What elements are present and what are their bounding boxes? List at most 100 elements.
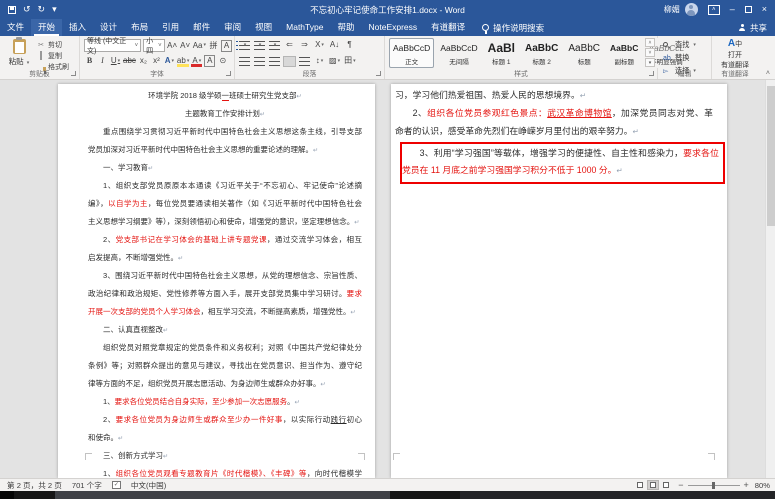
distribute-icon[interactable] [299, 57, 310, 66]
cut-button[interactable]: ✂剪切 [37, 40, 69, 49]
document-line[interactable]: 2、要求各位党员为身边师生或群众至少办一件好事，以实际行动践行初心 [88, 411, 362, 429]
tab-view[interactable]: 视图 [248, 19, 279, 36]
line-spacing-icon[interactable]: ↕▾ [314, 55, 325, 67]
document-line[interactable]: 组织党员对照党章规定的党员条件和义务权利；对照《中国共产党纪律处分 [88, 339, 362, 357]
shrink-font-icon[interactable]: A˅ [180, 40, 191, 52]
phonetic-guide-icon[interactable]: 拼 [208, 40, 219, 52]
style-card-title[interactable]: AaBbC标题 [564, 38, 604, 68]
read-mode-view-button[interactable] [634, 480, 646, 490]
scrollbar-thumb[interactable] [767, 86, 775, 226]
multilevel-list-icon[interactable]: ▾ [269, 41, 280, 50]
tab-design[interactable]: 设计 [93, 19, 124, 36]
document-line[interactable]: 主义思想学习纲要》等），深刻领悟初心和使命，增强党的意识，坚定理想信念。↵ [88, 213, 362, 231]
bold-icon[interactable]: B [84, 55, 95, 67]
document-line[interactable]: 条例》等；对照群众提出的意见与建议，寻找出在党员意识、担当作为、遵守纪 [88, 357, 362, 375]
align-right-icon[interactable] [269, 57, 280, 66]
account-chip[interactable]: 柳媚 [664, 3, 698, 16]
show-marks-icon[interactable]: ¶ [344, 39, 355, 51]
tell-me-search[interactable]: 操作说明搜索 [482, 19, 544, 36]
document-line[interactable]: 党员在 11 月底之前学习强国学习积分不低于 1000 分。↵ [402, 162, 719, 179]
page-indicator[interactable]: 第 2 页，共 2 页 [7, 480, 62, 491]
font-color-icon[interactable]: A▾ [191, 55, 202, 67]
document-line[interactable]: 一、学习教育↵ [88, 159, 362, 177]
zoom-in-button[interactable]: + [744, 481, 749, 490]
spellcheck-icon[interactable]: ✓ [112, 481, 121, 489]
tab-mathtype[interactable]: MathType [279, 19, 330, 36]
document-line[interactable]: 3、利用“学习强国”等载体，增强学习的便捷性、自主性和感染力，要求各位 [402, 145, 719, 162]
replace-button[interactable]: ab替换 [663, 53, 696, 63]
strikethrough-icon[interactable]: abc [123, 55, 136, 67]
style-card-subtitle[interactable]: AaBbC副标题 [606, 38, 642, 68]
style-card-no-spacing[interactable]: AaBbCcD无间隔 [436, 38, 481, 68]
page-2[interactable]: 习，学习他们热爱祖国、热爱人民的思想境界。↵2、组织各位党员参观红色景点：武汉革… [391, 84, 727, 478]
style-card-normal[interactable]: AaBbCcD正文 [389, 38, 434, 68]
zoom-slider[interactable] [688, 485, 740, 486]
qat-customize-icon[interactable]: ▾ [52, 5, 57, 14]
styles-dialog-launcher-icon[interactable] [649, 71, 654, 76]
asian-layout-icon[interactable]: X▾ [314, 39, 325, 51]
word-count[interactable]: 701 个字 [72, 480, 102, 491]
document-line[interactable]: 3、围绕习近平新时代中国特色社会主义思想，从党的理想信念、宗旨性质、 [88, 267, 362, 285]
sort-icon[interactable]: A↓ [329, 39, 340, 51]
font-dialog-launcher-icon[interactable] [226, 71, 231, 76]
character-border-icon[interactable]: A [221, 40, 232, 52]
save-icon[interactable] [8, 6, 16, 14]
font-size-select[interactable]: 小四˅ [143, 39, 165, 52]
undo-icon[interactable]: ↺ [23, 5, 31, 14]
document-line[interactable]: 重点围绕学习贯彻习近平新时代中国特色社会主义思想这条主线，引导支部 [88, 123, 362, 141]
gallery-up-icon[interactable]: ˄ [645, 38, 655, 47]
tab-insert[interactable]: 插入 [62, 19, 93, 36]
gallery-more-icon[interactable]: ▾ [645, 58, 655, 67]
collapse-ribbon-icon[interactable]: ˄ [766, 70, 770, 77]
gallery-down-icon[interactable]: ˅ [645, 48, 655, 57]
subscript-icon[interactable]: x₂ [138, 55, 149, 67]
language-indicator[interactable]: 中文(中国) [131, 480, 166, 491]
highlight-color-icon[interactable]: ab▾ [177, 55, 189, 67]
numbering-icon[interactable]: ▾ [254, 41, 265, 50]
document-line[interactable]: 习，学习他们热爱祖国、热爱人民的思想境界。↵ [395, 86, 713, 104]
vertical-scrollbar[interactable] [765, 80, 775, 478]
document-line[interactable]: 党员加深对习近平新时代中国特色社会主义思想的重要论述的理解。↵ [88, 141, 362, 159]
document-line[interactable]: 三、创新方式学习↵ [88, 447, 362, 465]
superscript-icon[interactable]: x² [151, 55, 162, 67]
tab-mailings[interactable]: 邮件 [186, 19, 217, 36]
borders-icon[interactable]: 田▾ [344, 55, 356, 67]
align-center-icon[interactable] [254, 57, 265, 66]
tab-noteexpress[interactable]: NoteExpress [361, 19, 424, 36]
document-line[interactable]: 启发提高，不断增强党性。↵ [88, 249, 362, 267]
document-line[interactable]: 主题教育工作安排计划↵ [88, 105, 362, 123]
zoom-level[interactable]: 80% [755, 481, 770, 490]
grow-font-icon[interactable]: A˄ [167, 40, 178, 52]
web-layout-view-button[interactable] [660, 480, 672, 490]
avatar[interactable] [685, 3, 698, 16]
share-button[interactable]: 共享 [739, 19, 767, 36]
enclose-characters-icon[interactable]: ⊙ [217, 55, 228, 67]
document-line[interactable]: 1、组织各位党员观看专题教育片《时代楷模》、《丰碑》等，向时代楷模学 [88, 465, 362, 478]
document-line[interactable]: 1、组织支部党员原原本本通读《习近平关于“不忘初心、牢记使命”论述摘 [88, 177, 362, 195]
document-line[interactable]: 开展一次支部的党员个人学习体会，相互学习交流，不断提高素质，增强党性。↵ [88, 303, 362, 321]
tab-layout[interactable]: 布局 [124, 19, 155, 36]
shading-icon[interactable]: ▨▾ [329, 55, 340, 67]
tab-youdao-translate[interactable]: 有道翻译 [424, 19, 472, 36]
document-line[interactable]: 2、党支部书记在学习体会的基础上讲专题党课，通过交流学习体会，相互 [88, 231, 362, 249]
print-layout-view-button[interactable] [647, 480, 659, 490]
document-line[interactable]: 2、组织各位党员参观红色景点：武汉革命博物馆，加深党员同志对党、革 [395, 104, 713, 122]
underline-icon[interactable]: U▾ [110, 55, 121, 67]
redo-icon[interactable]: ↻ [38, 5, 46, 14]
close-button[interactable]: × [762, 5, 767, 14]
tab-references[interactable]: 引用 [155, 19, 186, 36]
document-line[interactable]: 编》，以自学为主，每位党员要通读相关著作（如《习近平新时代中国特色社会 [88, 195, 362, 213]
tab-help[interactable]: 帮助 [330, 19, 361, 36]
page-1[interactable]: 环境学院 2018 级学硕一班硕士研究生党支部↵主题教育工作安排计划↵重点围绕学… [58, 84, 375, 478]
document-line[interactable]: 1、要求各位党员结合自身实际，至少参加一次志愿服务。↵ [88, 393, 362, 411]
zoom-slider-thumb[interactable] [712, 482, 715, 489]
style-card-heading-1[interactable]: AaBl标题 1 [484, 38, 519, 68]
document-line[interactable]: 和使命。↵ [88, 429, 362, 447]
open-youdao-button[interactable]: A中 打开 有道翻译 [717, 38, 753, 70]
minimize-button[interactable]: – [730, 5, 735, 14]
bullets-icon[interactable]: ▾ [239, 41, 250, 50]
increase-indent-icon[interactable]: ⇒ [299, 39, 310, 51]
character-shading-icon[interactable]: A [204, 55, 215, 67]
justify-icon[interactable] [284, 57, 295, 66]
tab-review[interactable]: 审阅 [217, 19, 248, 36]
